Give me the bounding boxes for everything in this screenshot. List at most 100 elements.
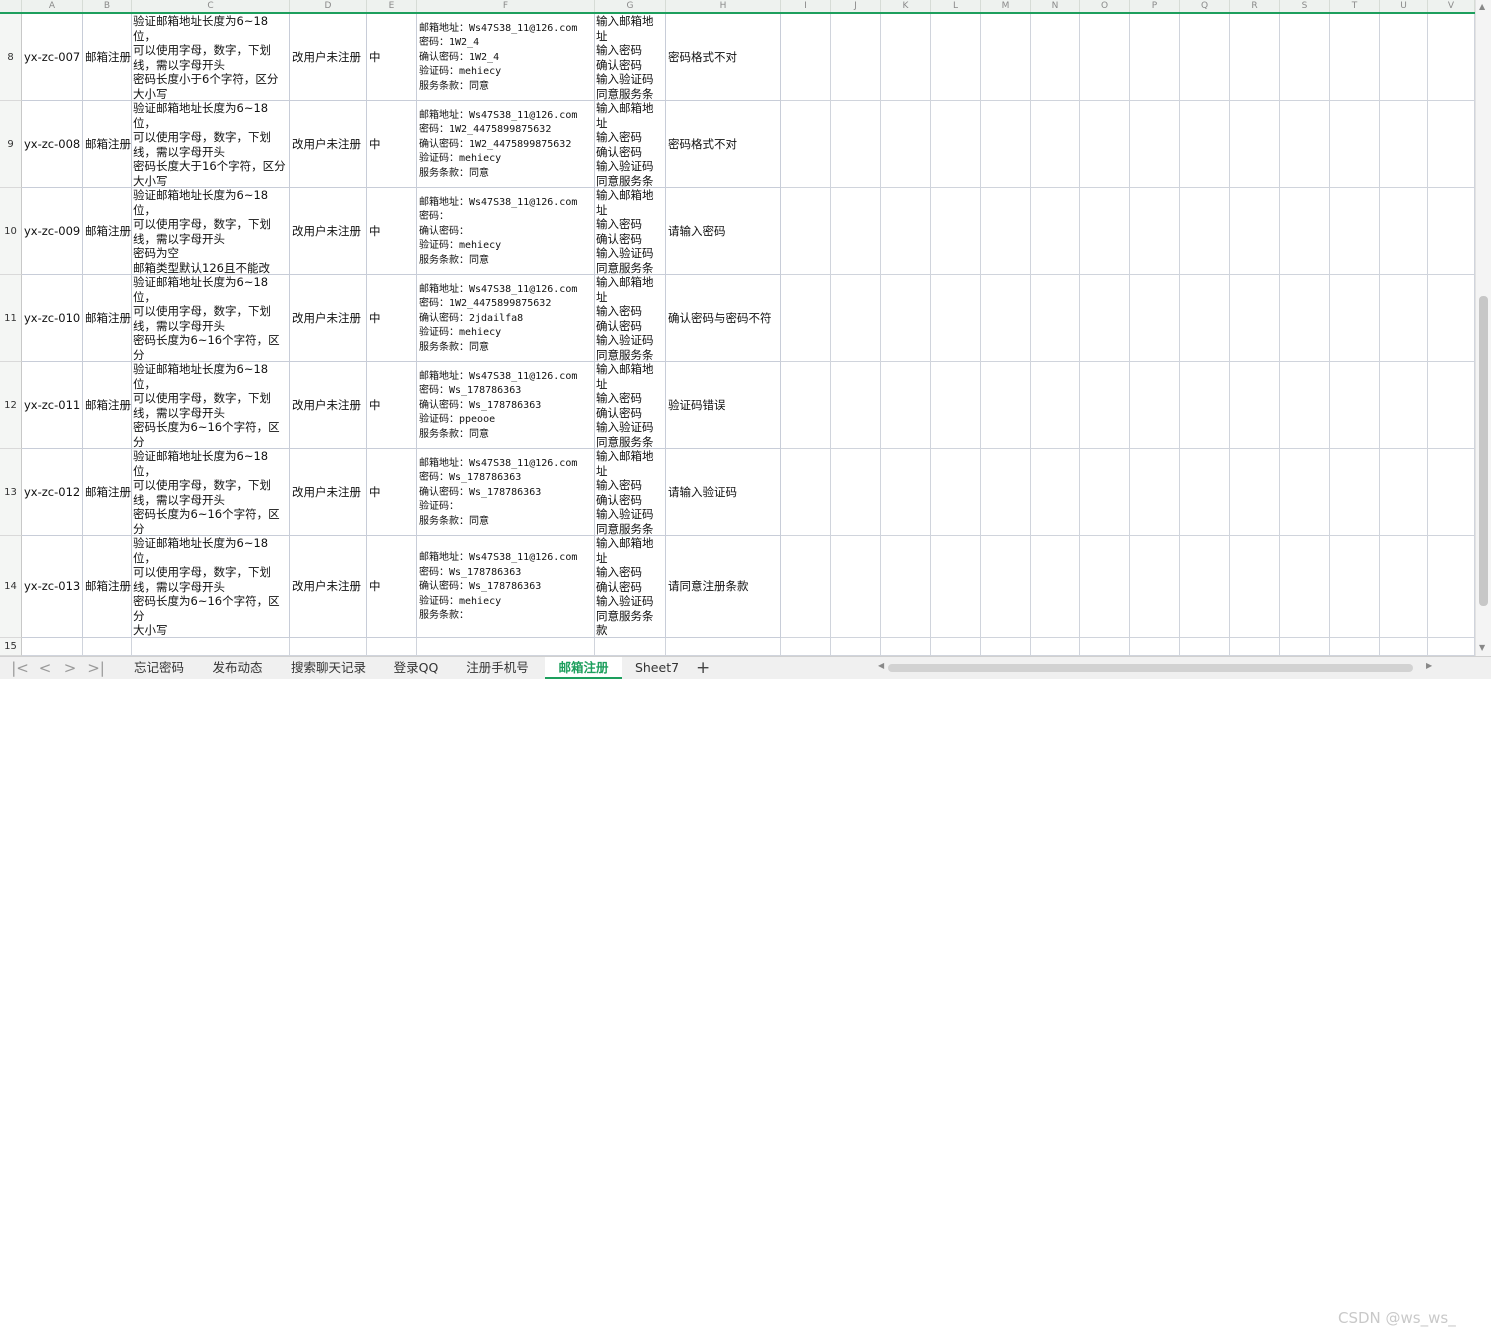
scroll-right-icon[interactable]: ▶: [1426, 661, 1432, 670]
row-number[interactable]: 11: [0, 275, 22, 362]
empty-cell[interactable]: [1180, 14, 1230, 101]
empty-cell[interactable]: [931, 536, 981, 638]
empty-cell[interactable]: [831, 14, 881, 101]
horizontal-scrollbar[interactable]: ◀ ▶: [878, 661, 1443, 674]
description-cell[interactable]: 验证邮箱地址长度为6~18位， 可以使用字母，数字，下划 线，需以字母开头 密码…: [132, 449, 290, 536]
empty-cell[interactable]: [831, 362, 881, 449]
empty-cell[interactable]: [1330, 188, 1380, 275]
empty-cell[interactable]: [931, 101, 981, 188]
empty-cell[interactable]: [1380, 536, 1428, 638]
empty-cell[interactable]: [1330, 638, 1380, 656]
row-number[interactable]: 9: [0, 101, 22, 188]
empty-cell[interactable]: [1080, 638, 1130, 656]
expected-result-cell[interactable]: 验证码错误: [666, 362, 781, 449]
empty-cell[interactable]: [1180, 362, 1230, 449]
column-header[interactable]: G: [595, 0, 666, 12]
test-data-cell[interactable]: 邮箱地址：Ws47S38_11@126.com 密码：Ws_178786363 …: [417, 449, 595, 536]
column-header[interactable]: V: [1428, 0, 1475, 12]
column-header[interactable]: N: [1031, 0, 1080, 12]
empty-cell[interactable]: [1380, 14, 1428, 101]
precondition-cell[interactable]: 改用户未注册: [290, 275, 367, 362]
sheet-tab[interactable]: 搜索聊天记录: [277, 657, 380, 679]
empty-cell[interactable]: [367, 638, 417, 656]
empty-cell[interactable]: [1280, 536, 1330, 638]
empty-cell[interactable]: [1130, 449, 1180, 536]
empty-cell[interactable]: [881, 536, 931, 638]
test-data-cell[interactable]: 邮箱地址：Ws47S38_11@126.com 密码：1W2_447589987…: [417, 275, 595, 362]
empty-cell[interactable]: [1031, 536, 1080, 638]
empty-cell[interactable]: [781, 14, 831, 101]
empty-cell[interactable]: [1230, 449, 1280, 536]
priority-cell[interactable]: 中: [367, 188, 417, 275]
last-sheet-icon[interactable]: >|: [86, 658, 106, 678]
column-header[interactable]: I: [781, 0, 831, 12]
sheet-tab[interactable]: 注册手机号: [452, 657, 543, 679]
column-header[interactable]: L: [931, 0, 981, 12]
empty-cell[interactable]: [22, 638, 83, 656]
precondition-cell[interactable]: 改用户未注册: [290, 449, 367, 536]
steps-cell[interactable]: 输入邮箱地 址 输入密码 确认密码 输入验证码 同意服务条: [595, 362, 666, 449]
scroll-left-icon[interactable]: ◀: [878, 661, 884, 670]
empty-cell[interactable]: [1230, 101, 1280, 188]
empty-cell[interactable]: [1130, 101, 1180, 188]
empty-cell[interactable]: [981, 101, 1031, 188]
empty-cell[interactable]: [1230, 14, 1280, 101]
case-id-cell[interactable]: yx-zc-013: [22, 536, 83, 638]
empty-cell[interactable]: [831, 188, 881, 275]
empty-cell[interactable]: [1180, 449, 1230, 536]
vertical-scrollbar[interactable]: ▲ ▼: [1475, 0, 1491, 656]
empty-cell[interactable]: [1330, 275, 1380, 362]
empty-cell[interactable]: [831, 638, 881, 656]
empty-cell[interactable]: [981, 449, 1031, 536]
empty-cell[interactable]: [781, 638, 831, 656]
precondition-cell[interactable]: 改用户未注册: [290, 188, 367, 275]
empty-cell[interactable]: [781, 362, 831, 449]
empty-cell[interactable]: [831, 449, 881, 536]
empty-cell[interactable]: [1031, 14, 1080, 101]
steps-cell[interactable]: 输入邮箱地 址 输入密码 确认密码 输入验证码 同意服务条: [595, 101, 666, 188]
empty-cell[interactable]: [1428, 362, 1475, 449]
description-cell[interactable]: 验证邮箱地址长度为6~18位， 可以使用字母，数字，下划 线，需以字母开头 密码…: [132, 188, 290, 275]
empty-cell[interactable]: [1380, 449, 1428, 536]
empty-cell[interactable]: [931, 449, 981, 536]
empty-cell[interactable]: [831, 275, 881, 362]
module-cell[interactable]: 邮箱注册: [83, 449, 132, 536]
empty-cell[interactable]: [1330, 449, 1380, 536]
expected-result-cell[interactable]: 请同意注册条款: [666, 536, 781, 638]
empty-cell[interactable]: [881, 101, 931, 188]
steps-cell[interactable]: 输入邮箱地 址 输入密码 确认密码 输入验证码 同意服务条: [595, 449, 666, 536]
empty-cell[interactable]: [1280, 188, 1330, 275]
scroll-down-icon[interactable]: ▼: [1479, 643, 1485, 652]
precondition-cell[interactable]: 改用户未注册: [290, 362, 367, 449]
empty-cell[interactable]: [781, 536, 831, 638]
empty-cell[interactable]: [781, 101, 831, 188]
vertical-scroll-thumb[interactable]: [1479, 296, 1488, 606]
empty-cell[interactable]: [1380, 275, 1428, 362]
empty-cell[interactable]: [981, 14, 1031, 101]
expected-result-cell[interactable]: 确认密码与密码不符: [666, 275, 781, 362]
description-cell[interactable]: 验证邮箱地址长度为6~18位， 可以使用字母，数字，下划 线，需以字母开头 密码…: [132, 101, 290, 188]
row-number[interactable]: 12: [0, 362, 22, 449]
empty-cell[interactable]: [1080, 188, 1130, 275]
empty-cell[interactable]: [1428, 449, 1475, 536]
empty-cell[interactable]: [1428, 536, 1475, 638]
empty-cell[interactable]: [1031, 362, 1080, 449]
empty-cell[interactable]: [1428, 101, 1475, 188]
add-sheet-icon[interactable]: +: [696, 657, 710, 679]
empty-cell[interactable]: [931, 275, 981, 362]
sheet-tab[interactable]: 忘记密码: [118, 657, 200, 679]
module-cell[interactable]: 邮箱注册: [83, 536, 132, 638]
precondition-cell[interactable]: 改用户未注册: [290, 14, 367, 101]
empty-cell[interactable]: [981, 275, 1031, 362]
column-header[interactable]: O: [1080, 0, 1130, 12]
empty-cell[interactable]: [1180, 638, 1230, 656]
priority-cell[interactable]: 中: [367, 14, 417, 101]
empty-cell[interactable]: [881, 638, 931, 656]
column-header[interactable]: E: [367, 0, 417, 12]
empty-cell[interactable]: [781, 188, 831, 275]
empty-cell[interactable]: [1380, 101, 1428, 188]
row-number[interactable]: 8: [0, 14, 22, 101]
row-number[interactable]: 15: [0, 638, 22, 656]
priority-cell[interactable]: 中: [367, 275, 417, 362]
empty-cell[interactable]: [881, 449, 931, 536]
